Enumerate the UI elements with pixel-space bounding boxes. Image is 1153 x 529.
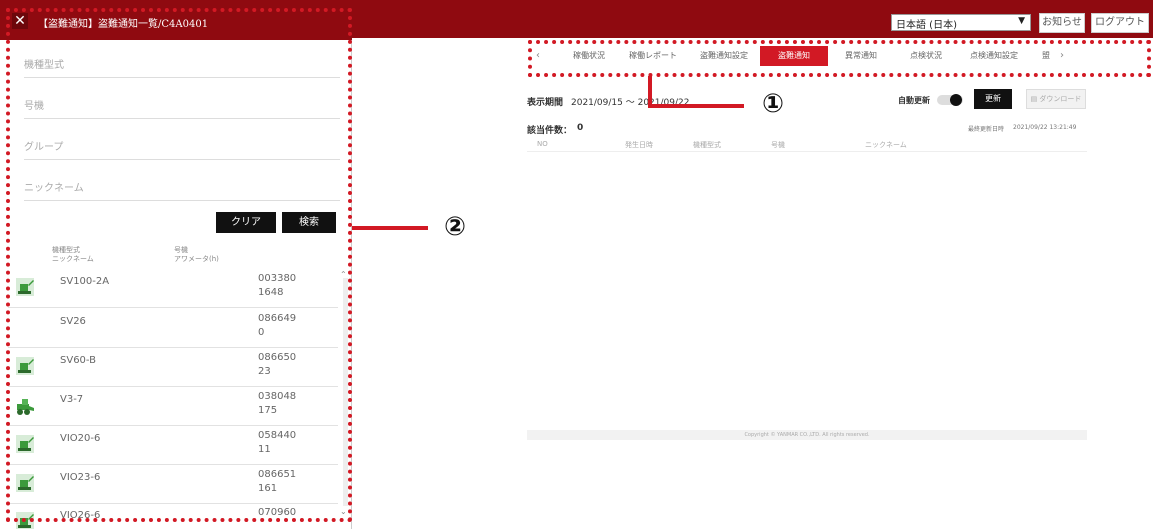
logout-button[interactable]: ログアウト	[1091, 13, 1149, 33]
last-updated-value: 2021/09/22 13:21:49	[1013, 124, 1077, 131]
language-value: 日本語 (日本)	[896, 20, 957, 31]
callout-line-2	[352, 226, 428, 230]
table-header: NO 発生日時 機種型式 号機 ニックネーム	[527, 138, 1087, 152]
annotation-label-1: ①	[762, 89, 785, 119]
col-nickname: ニックネーム	[865, 141, 907, 149]
annotation-label-2: ②	[444, 212, 467, 242]
auto-update-toggle[interactable]	[937, 94, 963, 106]
count-label: 該当件数：	[527, 126, 573, 136]
count-value: 0	[577, 123, 584, 133]
callout-line-1-horizontal	[648, 104, 744, 108]
download-label: ダウンロード	[1039, 95, 1082, 103]
col-no: NO	[537, 140, 548, 148]
col-datetime: 発生日時	[625, 141, 653, 149]
footer: Copyright © YANMAR CO.,LTD. All rights r…	[527, 430, 1087, 440]
chevron-down-icon: ▼	[1018, 16, 1025, 26]
app-root: 日本語 (日本) ▼ お知らせ ログアウト ‹ 稼働状況 稼働レポート 盗難通知…	[0, 0, 1153, 529]
last-updated-label: 最終更新日時	[968, 126, 1005, 133]
annotation-box-drawer	[6, 8, 352, 522]
notice-button[interactable]: お知らせ	[1039, 13, 1085, 33]
update-button[interactable]: 更新	[974, 89, 1012, 109]
col-model: 機種型式	[693, 141, 721, 149]
auto-update-label: 自動更新	[898, 96, 930, 105]
language-select[interactable]: 日本語 (日本) ▼	[891, 14, 1031, 31]
toggle-knob	[950, 94, 962, 106]
period-label: 表示期間	[527, 98, 564, 108]
annotation-box-tabs	[528, 40, 1151, 77]
col-serial: 号機	[771, 141, 785, 149]
download-button[interactable]: ▤ ダウンロード	[1026, 89, 1086, 109]
